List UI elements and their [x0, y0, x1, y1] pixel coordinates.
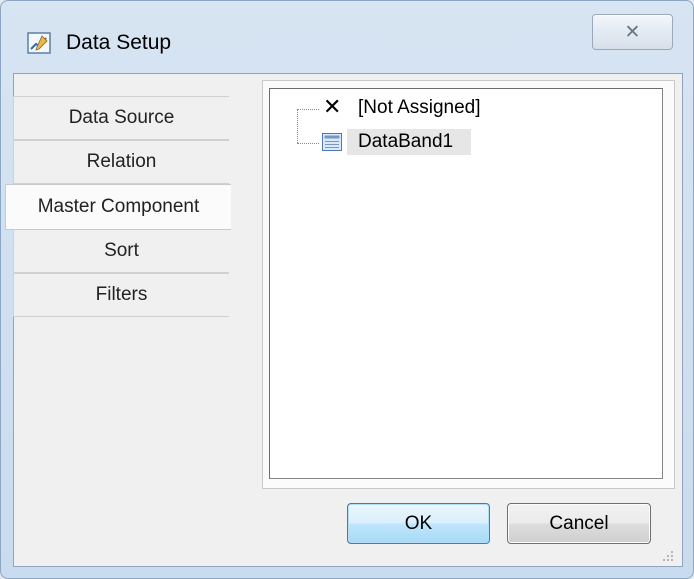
tree-connector-line [297, 109, 298, 143]
tab-label: Filters [95, 284, 148, 305]
window-title: Data Setup [66, 31, 172, 54]
cancel-button-label: Cancel [549, 512, 609, 534]
chart-edit-icon [27, 32, 51, 54]
tab-label: Data Source [68, 107, 175, 128]
databand-icon [322, 133, 342, 151]
tab-label: Master Component [37, 196, 200, 217]
tab-sort[interactable]: Sort [13, 229, 229, 273]
ok-button[interactable]: OK [347, 503, 490, 544]
cancel-button[interactable]: Cancel [507, 503, 651, 544]
tab-label: Relation [86, 151, 157, 172]
resize-grip-icon[interactable] [661, 549, 675, 563]
dialog-window: Data Setup ✕ Data Source Relation Master… [0, 0, 694, 579]
tree-item-label: DataBand1 [358, 131, 454, 152]
tree-connector-line [297, 143, 319, 144]
tab-master-component[interactable]: Master Component [5, 184, 231, 230]
tab-data-source[interactable]: Data Source [13, 96, 229, 140]
tab-label: Sort [104, 240, 139, 261]
x-icon: ✕ [323, 95, 342, 120]
ok-button-label: OK [404, 512, 433, 534]
tree-item-databand1[interactable]: DataBand1 [358, 131, 453, 153]
close-icon: ✕ [624, 21, 641, 43]
tab-filters[interactable]: Filters [13, 273, 229, 317]
tab-relation[interactable]: Relation [13, 140, 229, 184]
tree-connector-line [297, 109, 319, 110]
tree-item-not-assigned[interactable]: [Not Assigned] [358, 97, 481, 119]
tree-item-label: [Not Assigned] [358, 97, 481, 118]
close-button[interactable]: ✕ [592, 14, 673, 50]
title-bar[interactable]: Data Setup [1, 1, 694, 73]
